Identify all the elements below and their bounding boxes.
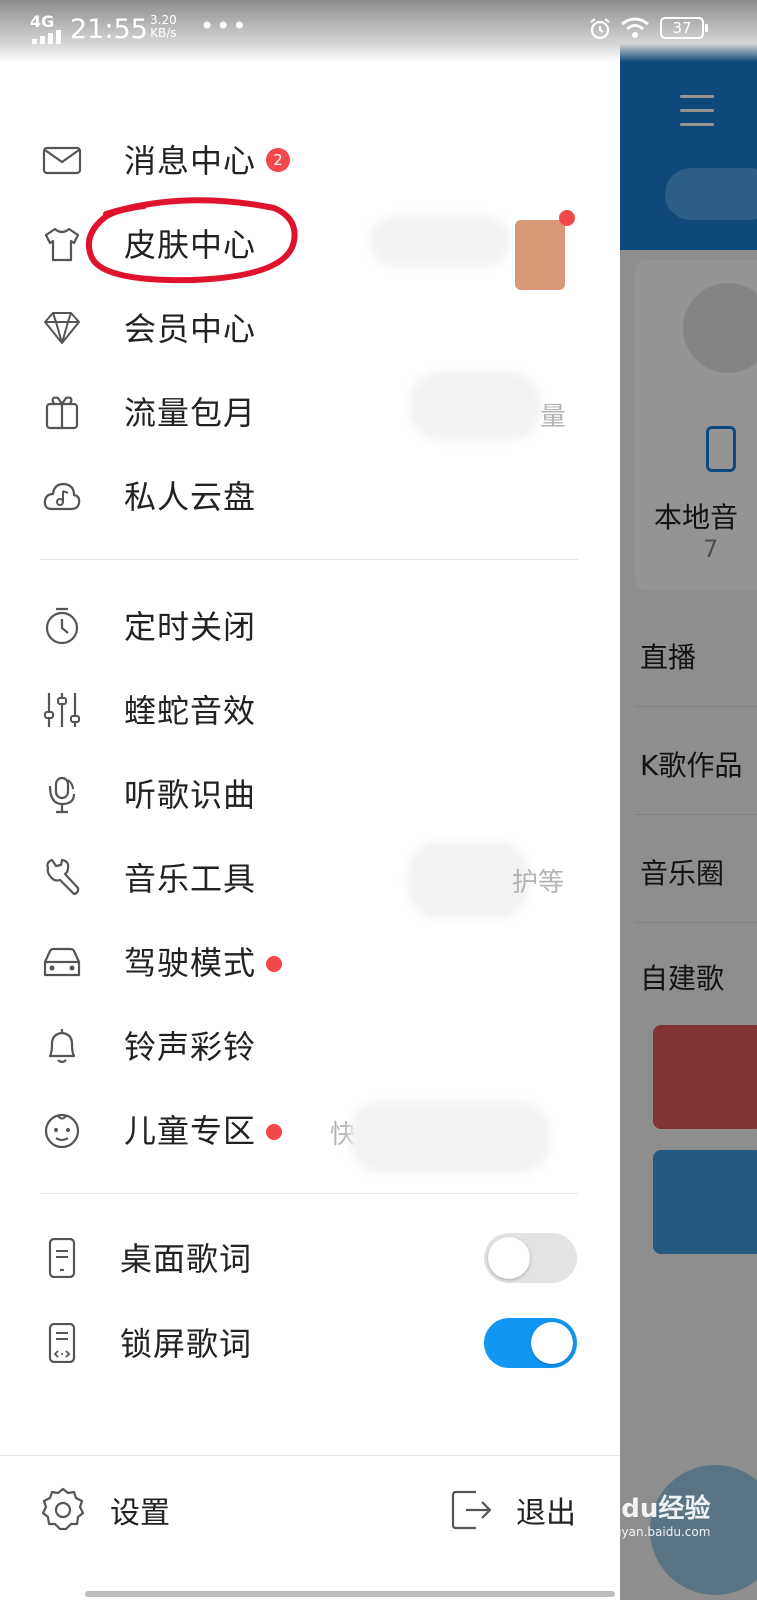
tshirt-icon	[42, 224, 82, 264]
blurred-promo	[408, 842, 528, 918]
equalizer-icon	[42, 690, 82, 730]
new-dot	[266, 1124, 282, 1140]
gear-icon	[41, 1487, 85, 1531]
toggle-knob	[531, 1322, 573, 1364]
menu-label: 私人云盘	[124, 478, 257, 516]
settings-label: 设置	[110, 1496, 170, 1531]
menu-item-driving-mode[interactable]: 驾驶模式	[0, 920, 620, 1004]
menu-label: 消息中心	[124, 142, 257, 180]
menu-label: 定时关闭	[124, 608, 257, 646]
new-dot	[266, 956, 282, 972]
clock: 21:55	[70, 14, 148, 45]
menu-item-kids-zone[interactable]: 儿童专区 快	[0, 1088, 620, 1172]
toggle-row-lockscreen-lyrics: 锁屏歌词	[0, 1301, 620, 1385]
phone-lyrics-icon	[42, 1237, 82, 1279]
menu-item-skin-center[interactable]: 皮肤中心	[0, 202, 620, 290]
navigation-bar	[85, 1591, 615, 1597]
skin-thumbnail	[515, 220, 565, 290]
mail-icon	[42, 140, 82, 180]
menu-item-cloud-drive[interactable]: 私人云盘	[0, 454, 620, 538]
logout-icon	[451, 1490, 492, 1530]
drawer-scrim[interactable]	[620, 0, 757, 1600]
menu-label: 蝰蛇音效	[124, 692, 257, 730]
toggle-label: 桌面歌词	[120, 1240, 253, 1278]
cloud-music-icon	[42, 476, 82, 516]
mic-icon	[42, 774, 82, 814]
settings-button[interactable]: 设置	[40, 1470, 220, 1550]
blurred-promo	[350, 1102, 550, 1172]
menu-item-message-center[interactable]: 消息中心 2	[0, 118, 620, 202]
network-type: 4G	[30, 12, 55, 31]
speed-unit: KB/s	[150, 26, 177, 40]
wrench-icon	[42, 858, 82, 898]
network-speed: 3.20 KB/s	[150, 14, 177, 40]
menu-item-vip-center[interactable]: 会员中心	[0, 286, 620, 370]
timer-icon	[42, 606, 82, 646]
toggle-label: 锁屏歌词	[120, 1325, 253, 1363]
toggle-row-desktop-lyrics: 桌面歌词	[0, 1216, 620, 1300]
diamond-icon	[42, 308, 82, 348]
status-bar: 4G 21:55 3.20 KB/s ••• 37	[0, 0, 757, 62]
wifi-icon	[621, 17, 649, 38]
blurred-promo	[370, 216, 510, 266]
menu-label: 会员中心	[124, 310, 257, 348]
menu-label: 铃声彩铃	[124, 1028, 257, 1066]
lockscreen-lyrics-toggle[interactable]	[484, 1318, 577, 1368]
toggle-knob	[488, 1237, 530, 1279]
menu-item-song-recognition[interactable]: 听歌识曲	[0, 752, 620, 836]
watermark-url: jingyan.baidu.com	[599, 1525, 711, 1539]
gift-icon	[42, 392, 82, 432]
battery-icon: 37	[660, 17, 708, 39]
menu-label: 听歌识曲	[124, 776, 257, 814]
baby-face-icon	[42, 1110, 82, 1150]
lock-lyrics-icon	[42, 1322, 82, 1364]
menu-label: 儿童专区	[124, 1112, 257, 1150]
divider	[0, 1455, 620, 1456]
car-icon	[42, 942, 82, 982]
menu-label: 流量包月	[124, 394, 257, 432]
menu-label: 音乐工具	[124, 860, 257, 898]
side-drawer: 消息中心 2 皮肤中心 会员中心 流量包月 量 私人云盘 定时关闭 蝰蛇音效 听…	[0, 0, 620, 1600]
menu-label: 驾驶模式	[124, 944, 257, 982]
divider	[40, 559, 578, 560]
watermark: Baidu经验 jingyan.baidu.com	[575, 1488, 710, 1539]
menu-item-ringtones[interactable]: 铃声彩铃	[0, 1004, 620, 1088]
bell-icon	[42, 1026, 82, 1066]
blurred-promo	[410, 372, 540, 440]
unread-badge: 2	[266, 148, 290, 172]
watermark-brand: Baidu经验	[575, 1494, 711, 1524]
alarm-icon	[590, 18, 610, 40]
menu-label: 皮肤中心	[124, 226, 257, 264]
menu-item-sleep-timer[interactable]: 定时关闭	[0, 584, 620, 668]
signal-icon	[32, 30, 62, 44]
new-dot	[559, 210, 575, 226]
menu-item-data-plan[interactable]: 流量包月 量	[0, 370, 620, 454]
exit-label: 退出	[516, 1496, 576, 1531]
promo-text: 量	[540, 402, 567, 432]
more-notifications-icon: •••	[200, 12, 249, 40]
promo-text: 护等	[512, 868, 565, 898]
menu-item-sound-effects[interactable]: 蝰蛇音效	[0, 668, 620, 752]
divider	[40, 1193, 578, 1194]
menu-item-music-tools[interactable]: 音乐工具 护等	[0, 836, 620, 920]
desktop-lyrics-toggle[interactable]	[484, 1233, 577, 1283]
